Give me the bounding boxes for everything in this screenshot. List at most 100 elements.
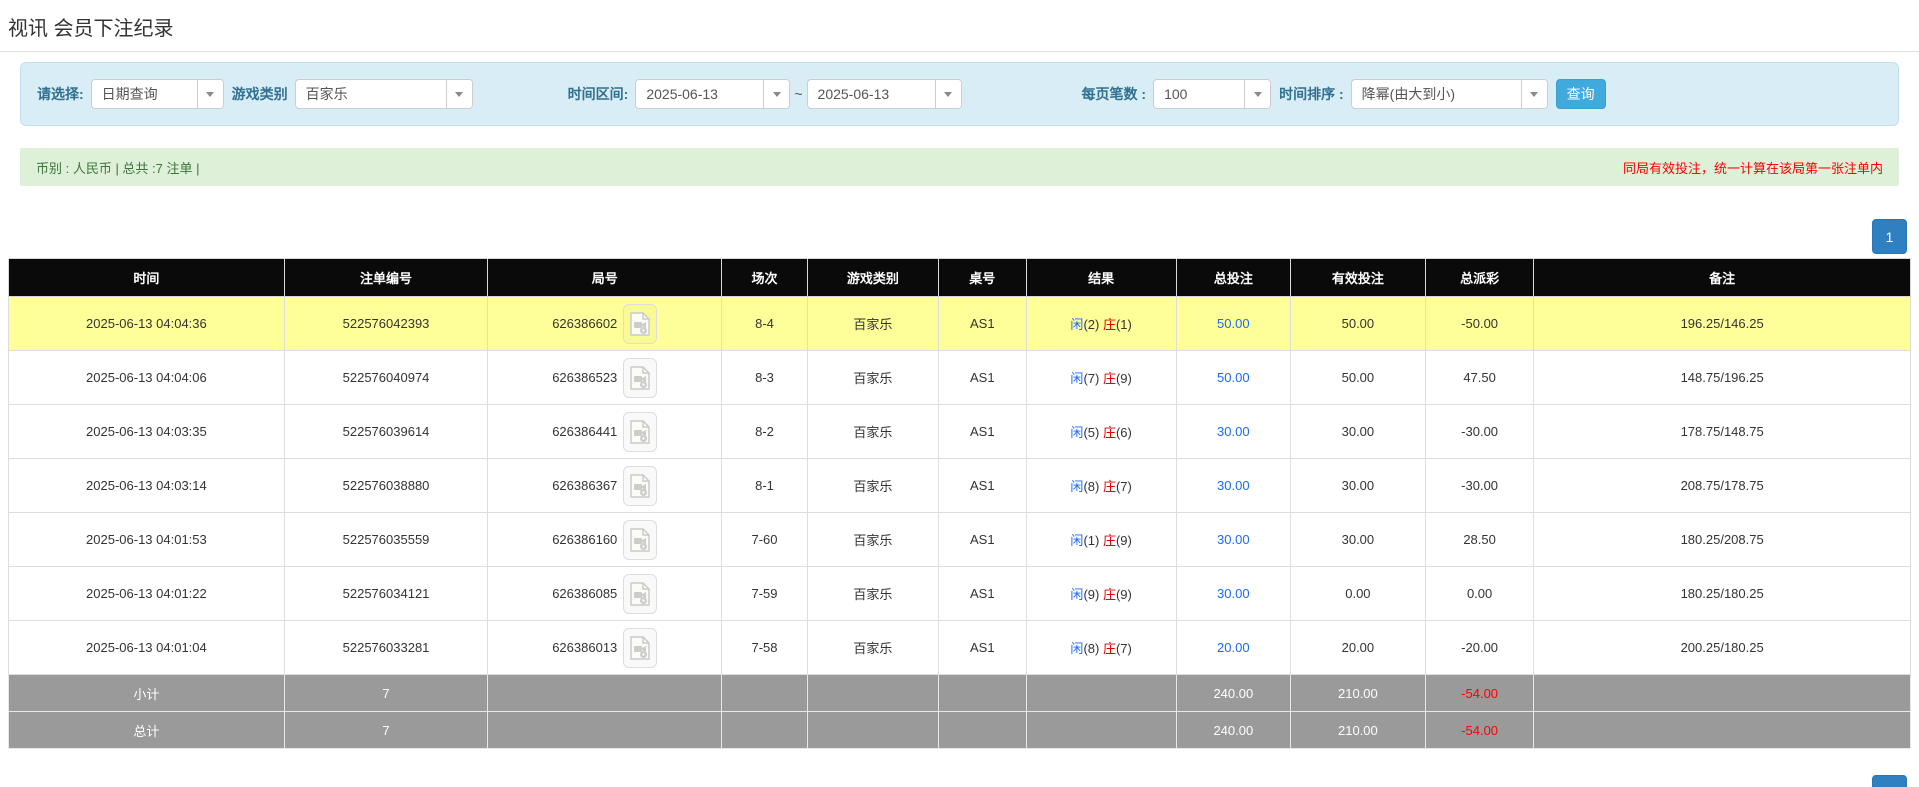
summary-bar: 币别 : 人民币 | 总共 :7 注单 | 同局有效投注，统一计算在该局第一张注… [20,148,1899,186]
video-replay-button[interactable] [623,466,657,506]
result-player-points: (5) [1083,425,1099,440]
time-sort-select[interactable]: 降幂(由大到小) [1351,79,1548,109]
bet-records-table: 时间注单编号局号场次游戏类别桌号结果总投注有效投注总派彩备注 2025-06-1… [8,258,1911,749]
cell-payout: 47.50 [1425,351,1533,405]
cell-table-number: AS1 [939,459,1026,513]
video-replay-button[interactable] [623,358,657,398]
result-banker-label: 庄 [1103,317,1116,332]
totals-payout: -54.00 [1425,712,1533,749]
cell-total-bet: 20.00 [1176,621,1290,675]
totals-row: 总计 7 240.00 210.00 -54.00 [9,712,1911,749]
time-sort-label: 时间排序 : [1279,84,1344,104]
totals-empty-game [807,712,938,749]
totals-empty-note [1534,712,1911,749]
cell-time: 2025-06-13 04:03:35 [9,405,285,459]
table-body: 2025-06-13 04:04:36 522576042393 6263866… [9,297,1911,749]
cell-note: 196.25/146.25 [1534,297,1911,351]
cell-time: 2025-06-13 04:01:04 [9,621,285,675]
game-type-select[interactable]: 百家乐 [295,79,473,109]
cell-round-number: 626386441 [488,405,722,459]
title-bar: 视讯 会员下注纪录 [0,0,1919,52]
video-replay-button[interactable] [623,412,657,452]
date-from-value: 2025-06-13 [636,80,763,108]
video-replay-button[interactable] [623,304,657,344]
table-row: 2025-06-13 04:01:22 522576034121 6263860… [9,567,1911,621]
total-bet-link[interactable]: 30.00 [1217,532,1250,547]
video-file-icon [630,366,650,390]
round-number: 626386367 [552,478,617,493]
cell-bet-number: 522576038880 [284,459,488,513]
cell-note: 178.75/148.75 [1534,405,1911,459]
cell-note: 208.75/178.75 [1534,459,1911,513]
chevron-down-icon[interactable] [446,80,472,108]
result-banker-points: (9) [1116,533,1132,548]
total-bet-link[interactable]: 30.00 [1217,478,1250,493]
page-size-select[interactable]: 100 [1153,79,1271,109]
query-type-select[interactable]: 日期查询 [91,79,224,109]
pagination-bottom: 1 [0,775,1919,787]
chevron-down-icon[interactable] [197,80,223,108]
cell-time: 2025-06-13 04:04:36 [9,297,285,351]
totals-label: 总计 [9,712,285,749]
total-bet-link[interactable]: 30.00 [1217,586,1250,601]
cell-result: 闲(2) 庄(1) [1026,297,1176,351]
video-file-icon [630,582,650,606]
result-player-label: 闲 [1070,479,1083,494]
cell-total-bet: 30.00 [1176,567,1290,621]
search-button[interactable]: 查询 [1556,79,1606,109]
date-from-select[interactable]: 2025-06-13 [635,79,790,109]
video-replay-button[interactable] [623,628,657,668]
cell-valid-bet: 0.00 [1290,567,1425,621]
totals-count: 7 [284,675,488,712]
chevron-down-icon[interactable] [1244,80,1270,108]
page-title: 视讯 会员下注纪录 [8,12,1911,41]
page: 视讯 会员下注纪录 请选择: 日期查询 游戏类别 百家乐 时间区间: 2025-… [0,0,1919,787]
cell-session: 7-60 [722,513,808,567]
column-header: 时间 [9,259,285,297]
table-row: 2025-06-13 04:03:35 522576039614 6263864… [9,405,1911,459]
pagination-top: 1 [0,219,1919,254]
total-bet-link[interactable]: 50.00 [1217,370,1250,385]
column-header: 结果 [1026,259,1176,297]
game-type-label: 游戏类别 [232,84,288,104]
chevron-down-icon[interactable] [1521,80,1547,108]
cell-total-bet: 50.00 [1176,351,1290,405]
total-bet-link[interactable]: 30.00 [1217,424,1250,439]
cell-payout: 28.50 [1425,513,1533,567]
round-number: 626386160 [552,532,617,547]
cell-valid-bet: 30.00 [1290,459,1425,513]
total-bet-link[interactable]: 50.00 [1217,316,1250,331]
page-1-button[interactable]: 1 [1872,775,1907,787]
chevron-down-icon[interactable] [763,80,789,108]
result-banker-points: (9) [1116,371,1132,386]
totals-empty-result [1026,675,1176,712]
cell-note: 200.25/180.25 [1534,621,1911,675]
result-banker-label: 庄 [1103,533,1116,548]
cell-valid-bet: 50.00 [1290,351,1425,405]
cell-time: 2025-06-13 04:01:53 [9,513,285,567]
video-file-icon [630,474,650,498]
cell-session: 8-3 [722,351,808,405]
round-number: 626386602 [552,316,617,331]
column-header: 局号 [488,259,722,297]
total-bet-link[interactable]: 20.00 [1217,640,1250,655]
result-banker-label: 庄 [1103,371,1116,386]
cell-game-type: 百家乐 [807,459,938,513]
cell-round-number: 626386160 [488,513,722,567]
result-player-points: (8) [1083,479,1099,494]
cell-game-type: 百家乐 [807,351,938,405]
column-header: 游戏类别 [807,259,938,297]
video-replay-button[interactable] [623,574,657,614]
totals-valid-bet: 210.00 [1290,712,1425,749]
totals-empty-note [1534,675,1911,712]
cell-round-number: 626386367 [488,459,722,513]
date-to-select[interactable]: 2025-06-13 [807,79,962,109]
page-1-button[interactable]: 1 [1872,219,1907,254]
chevron-down-icon[interactable] [935,80,961,108]
cell-table-number: AS1 [939,567,1026,621]
cell-round-number: 626386602 [488,297,722,351]
cell-time: 2025-06-13 04:01:22 [9,567,285,621]
column-header: 有效投注 [1290,259,1425,297]
totals-empty-table [939,712,1026,749]
video-replay-button[interactable] [623,520,657,560]
